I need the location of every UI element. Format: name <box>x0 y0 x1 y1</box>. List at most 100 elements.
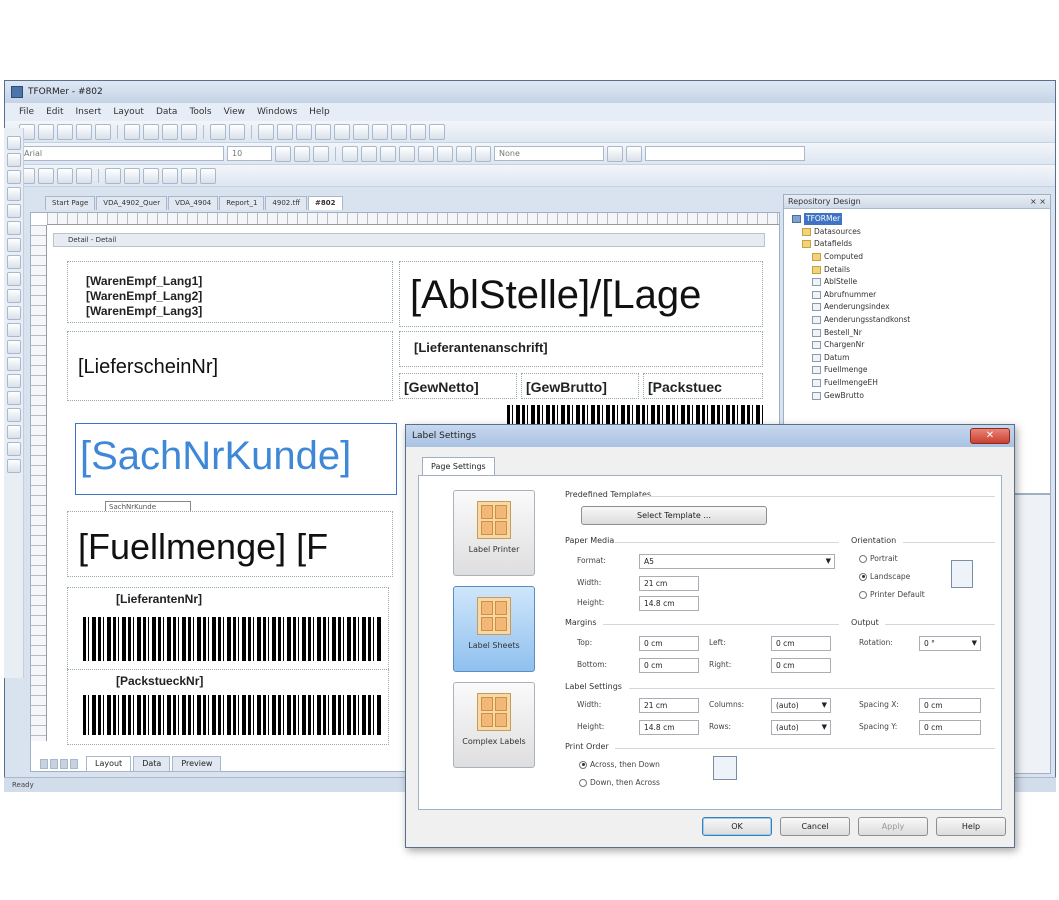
text-align-left-icon[interactable] <box>342 145 358 162</box>
print-icon[interactable] <box>95 123 111 140</box>
menu-data[interactable]: Data <box>156 107 178 117</box>
format-select[interactable]: A5 ▼ <box>639 554 835 569</box>
align-center-icon[interactable] <box>277 123 293 140</box>
orientation-landscape-radio[interactable]: Landscape <box>859 572 910 581</box>
paper-width-input[interactable]: 21 cm <box>639 576 699 591</box>
text-tool-icon[interactable] <box>6 136 21 150</box>
field-tool-icon[interactable] <box>6 153 21 167</box>
bring-front-icon[interactable] <box>410 123 426 140</box>
page-tool-icon[interactable] <box>6 306 21 320</box>
rows-select[interactable]: (auto) ▼ <box>771 720 831 735</box>
align-right-icon[interactable] <box>296 123 312 140</box>
tree-item[interactable]: Fuellmenge <box>792 364 1046 377</box>
zoom-icon[interactable] <box>38 167 54 184</box>
cancel-button[interactable]: Cancel <box>780 817 850 836</box>
tab-page-settings[interactable]: Page Settings <box>422 457 495 475</box>
gew-brutto-field[interactable]: [GewBrutto] <box>521 373 639 399</box>
lieferschein-nr-field[interactable]: [LieferscheinNr] <box>67 331 393 401</box>
settings-icon[interactable] <box>181 167 197 184</box>
paste-icon[interactable] <box>162 123 178 140</box>
margin-top-input[interactable]: 0 cm <box>639 636 699 651</box>
border-icon[interactable] <box>456 145 472 162</box>
grid-icon[interactable] <box>143 167 159 184</box>
same-width-icon[interactable] <box>372 123 388 140</box>
label-width-input[interactable]: 21 cm <box>639 698 699 713</box>
line-color-icon[interactable] <box>437 145 453 162</box>
ok-button[interactable]: OK <box>702 817 772 836</box>
menu-help[interactable]: Help <box>309 107 330 117</box>
text-align-right-icon[interactable] <box>380 145 396 162</box>
tree-item[interactable]: FuellmengeEH <box>792 377 1046 390</box>
tree-item[interactable]: Details <box>792 263 1046 276</box>
style-combo[interactable]: None <box>494 146 604 161</box>
save-icon[interactable] <box>57 123 73 140</box>
script-tool-icon[interactable] <box>6 391 21 405</box>
packstuec-field[interactable]: [Packstuec <box>643 373 763 399</box>
database-icon[interactable] <box>124 167 140 184</box>
tree-item[interactable]: Bestell_Nr <box>792 326 1046 339</box>
margin-right-input[interactable]: 0 cm <box>771 658 831 673</box>
rotation-select[interactable]: 0 ° ▼ <box>919 636 981 651</box>
lieferantenanschrift-field[interactable]: [Lieferantenanschrift] <box>399 331 763 367</box>
lieferanten-nr-barcode[interactable] <box>83 617 381 661</box>
layer-tool-icon[interactable] <box>6 357 21 371</box>
tree-item[interactable]: Datum <box>792 352 1046 365</box>
first-page-icon[interactable] <box>40 759 48 769</box>
symbol-tool-icon[interactable] <box>6 459 21 473</box>
packstueck-barcode-top[interactable] <box>507 405 763 425</box>
tab-report-1[interactable]: Report_1 <box>219 196 265 210</box>
redo-icon[interactable] <box>229 123 245 140</box>
font-combo[interactable]: Arial <box>19 146 224 161</box>
tree-item[interactable]: Aenderungsindex <box>792 301 1046 314</box>
gew-netto-field[interactable]: [GewNetto] <box>399 373 517 399</box>
line-width-icon[interactable] <box>475 145 491 162</box>
export-icon[interactable] <box>200 167 216 184</box>
tree-item[interactable]: AblStelle <box>792 276 1046 289</box>
tree-item[interactable]: ChargenNr <box>792 339 1046 352</box>
image-tool-icon[interactable] <box>6 238 21 252</box>
send-back-icon[interactable] <box>429 123 445 140</box>
orientation-printer-default-radio[interactable]: Printer Default <box>859 590 925 599</box>
help-button[interactable]: Help <box>936 817 1006 836</box>
label-height-input[interactable]: 14.8 cm <box>639 720 699 735</box>
menu-tools[interactable]: Tools <box>189 107 211 117</box>
preview-icon[interactable] <box>105 167 121 184</box>
tree-item[interactable]: Computed <box>792 251 1046 264</box>
underline-icon[interactable] <box>313 145 329 162</box>
italic-icon[interactable] <box>294 145 310 162</box>
select-template-button[interactable]: Select Template ... <box>581 506 767 525</box>
tree-item[interactable]: Datasources <box>792 226 1046 239</box>
bold-icon[interactable] <box>275 145 291 162</box>
empty-combo[interactable] <box>645 146 805 161</box>
spacing-x-input[interactable]: 0 cm <box>919 698 981 713</box>
tab-data[interactable]: Data <box>133 756 171 772</box>
chart-tool-icon[interactable] <box>6 289 21 303</box>
abl-stelle-field[interactable]: [AblStelle]/[Lage <box>399 261 763 327</box>
last-page-icon[interactable] <box>70 759 78 769</box>
menu-insert[interactable]: Insert <box>76 107 102 117</box>
tree-item[interactable]: Datafields <box>792 238 1046 251</box>
tab-4902-tff[interactable]: 4902.tff <box>265 196 308 210</box>
label-printer-button[interactable]: Label Printer <box>453 490 535 576</box>
label-sheets-button[interactable]: Label Sheets <box>453 586 535 672</box>
text-color-icon[interactable] <box>399 145 415 162</box>
align-bottom-icon[interactable] <box>353 123 369 140</box>
same-height-icon[interactable] <box>391 123 407 140</box>
rectangle-tool-icon[interactable] <box>6 204 21 218</box>
delete-icon[interactable] <box>181 123 197 140</box>
align-left-icon[interactable] <box>258 123 274 140</box>
table-tool-icon[interactable] <box>6 255 21 269</box>
menu-file[interactable]: File <box>19 107 34 117</box>
down-then-across-radio[interactable]: Down, then Across <box>579 778 660 787</box>
font-size-combo[interactable]: 10 <box>227 146 272 161</box>
refresh-icon[interactable] <box>76 167 92 184</box>
unlink-icon[interactable] <box>626 145 642 162</box>
menu-layout[interactable]: Layout <box>113 107 144 117</box>
tab-802[interactable]: #802 <box>308 196 343 210</box>
apply-button[interactable]: Apply <box>858 817 928 836</box>
orientation-portrait-radio[interactable]: Portrait <box>859 554 898 563</box>
fill-color-icon[interactable] <box>418 145 434 162</box>
open-file-icon[interactable] <box>38 123 54 140</box>
date-tool-icon[interactable] <box>6 442 21 456</box>
align-top-icon[interactable] <box>315 123 331 140</box>
